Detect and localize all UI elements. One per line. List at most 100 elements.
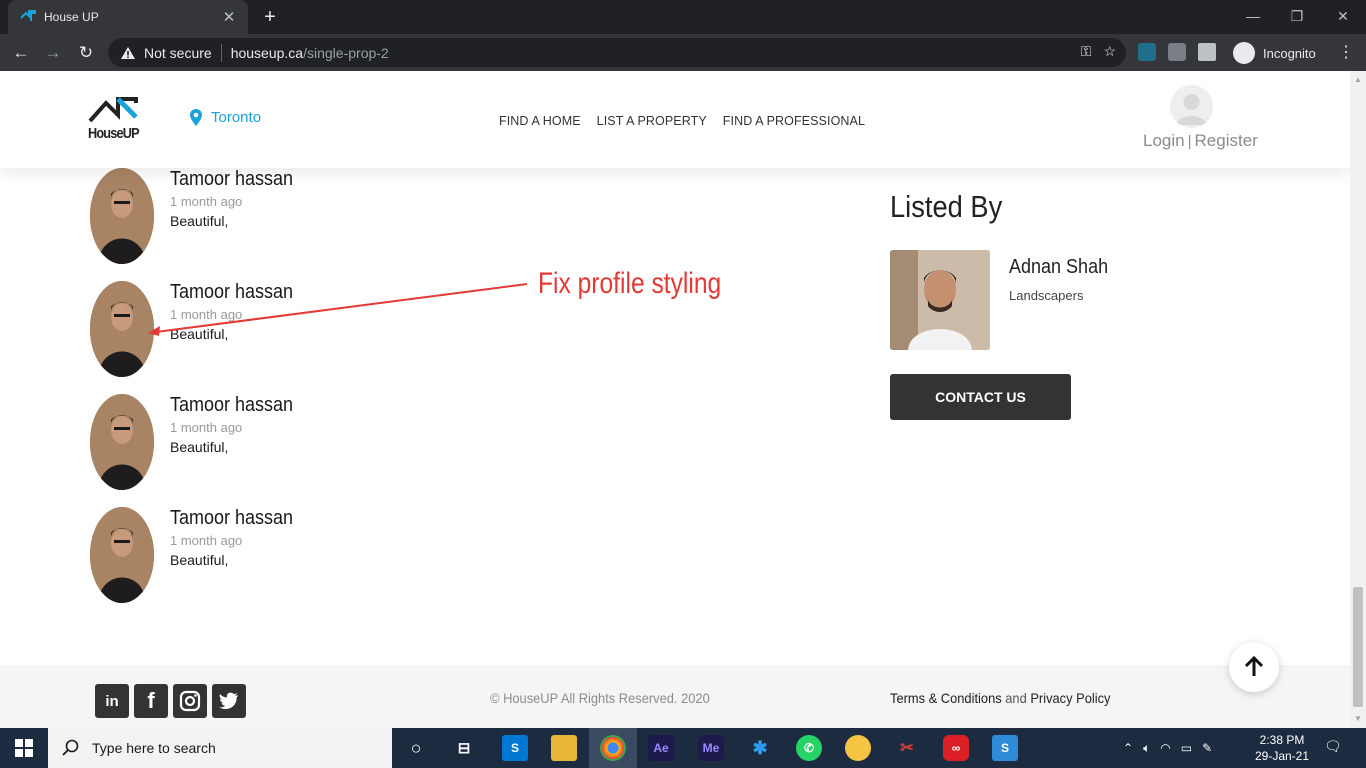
- terms-link[interactable]: Terms & Conditions: [890, 690, 1002, 706]
- address-bar[interactable]: Not secure houseup.ca /single-prop-2 ⚿ ☆: [108, 38, 1126, 67]
- review-text: Beautiful,: [170, 213, 229, 229]
- agent-photo: [890, 250, 990, 350]
- browser-menu-icon[interactable]: ⋮: [1338, 41, 1354, 65]
- wifi-icon[interactable]: ◠: [1160, 741, 1170, 755]
- new-tab-plus-icon[interactable]: +: [258, 5, 282, 29]
- volume-icon[interactable]: 🔈︎: [1143, 741, 1150, 756]
- forward-arrow-icon[interactable]: →: [40, 40, 66, 66]
- star-bookmark-icon[interactable]: ☆: [1103, 43, 1116, 60]
- restore-icon[interactable]: ❐: [1282, 4, 1312, 28]
- agent-name: Adnan Shah: [1009, 256, 1109, 278]
- review-time: 1 month ago: [170, 194, 243, 209]
- action-center-icon[interactable]: 🗨︎: [1324, 738, 1344, 758]
- review-item: Tamoor hassan 1 month ago Beautiful,: [90, 168, 490, 264]
- scroll-to-top-button[interactable]: [1229, 642, 1279, 692]
- review-item: Tamoor hassan 1 month ago Beautiful,: [90, 507, 490, 603]
- taskbar-clock[interactable]: 2:38 PM 29-Jan-21: [1254, 732, 1310, 764]
- page-viewport: HouseUP Toronto FIND A HOME LIST A PROPE…: [0, 71, 1350, 728]
- chrome-icon[interactable]: [600, 735, 626, 761]
- listed-by-heading: Listed By: [890, 189, 1003, 224]
- reviewer-name: Tamoor hassan: [170, 394, 294, 416]
- omnibox-actions: ⚿ ☆: [1081, 43, 1116, 60]
- scrollbar-thumb[interactable]: [1353, 587, 1363, 707]
- reviewer-name: Tamoor hassan: [170, 281, 294, 303]
- site-footer: in f © HouseUP All Rights Reserved. 2020…: [0, 665, 1350, 728]
- facebook-icon[interactable]: f: [134, 684, 168, 718]
- camera-icon[interactable]: [1168, 43, 1186, 61]
- nav-find-a-professional[interactable]: FIND A PROFESSIONAL: [723, 114, 865, 128]
- file-explorer-icon[interactable]: [551, 735, 577, 761]
- login-link[interactable]: Login: [1143, 131, 1185, 150]
- review-time: 1 month ago: [170, 533, 243, 548]
- cortana-icon[interactable]: ○: [403, 735, 429, 761]
- tray-chevron-icon[interactable]: ⌃: [1123, 741, 1133, 755]
- twitter-icon[interactable]: [212, 684, 246, 718]
- creative-cloud-icon[interactable]: ∞: [943, 735, 969, 761]
- reviewer-avatar: [90, 281, 154, 377]
- user-avatar-icon[interactable]: [1170, 85, 1213, 128]
- pen-icon[interactable]: ✎: [1202, 741, 1212, 755]
- arrow-up-icon: [1244, 656, 1264, 676]
- url-path: /single-prop-2: [303, 44, 389, 61]
- key-icon[interactable]: ⚿: [1081, 43, 1092, 60]
- review-item: Tamoor hassan 1 month ago Beautiful,: [90, 281, 490, 377]
- agent-role: Landscapers: [1009, 288, 1084, 303]
- scroll-down-arrow-icon[interactable]: ▼: [1353, 714, 1363, 724]
- s-app-icon[interactable]: S: [992, 735, 1018, 761]
- battery-icon[interactable]: ▭: [1181, 741, 1192, 755]
- legal-links: Terms & Conditions and Privacy Policy: [890, 690, 1110, 706]
- reviewer-name: Tamoor hassan: [170, 507, 294, 529]
- colorful-app-icon[interactable]: [845, 735, 871, 761]
- sync-app-icon[interactable]: ✱: [747, 735, 773, 761]
- system-tray: ⌃ 🔈︎ ◠ ▭ ✎: [1123, 728, 1212, 768]
- reviewer-avatar: [90, 394, 154, 490]
- page-scrollbar[interactable]: ▲ ▼: [1350, 71, 1366, 728]
- reviewer-name: Tamoor hassan: [170, 168, 294, 190]
- nav-list-a-property[interactable]: LIST A PROPERTY: [597, 114, 707, 128]
- incognito-indicator[interactable]: Incognito: [1233, 40, 1316, 66]
- search-placeholder: Type here to search: [92, 740, 216, 756]
- logo-text: HouseUP: [88, 125, 140, 142]
- puzzle-extensions-icon[interactable]: [1198, 43, 1216, 61]
- reload-icon[interactable]: ↻: [73, 40, 99, 66]
- nav-find-a-home[interactable]: FIND A HOME: [499, 114, 581, 128]
- reviewer-avatar: [90, 507, 154, 603]
- windows-taskbar: Type here to search ○ ⊟ S Ae Me ✱ ✆ ✂ ∞ …: [0, 728, 1366, 768]
- review-time: 1 month ago: [170, 420, 243, 435]
- extension-n-icon[interactable]: [1138, 43, 1156, 61]
- window-close-icon[interactable]: ✕: [1328, 4, 1358, 28]
- contact-us-button[interactable]: CONTACT US: [890, 374, 1071, 420]
- privacy-link[interactable]: Privacy Policy: [1030, 690, 1110, 706]
- browser-tab[interactable]: House UP ✕: [8, 0, 248, 34]
- review-item: Tamoor hassan 1 month ago Beautiful,: [90, 394, 490, 490]
- register-link[interactable]: Register: [1195, 131, 1258, 150]
- site-header: HouseUP Toronto FIND A HOME LIST A PROPE…: [0, 71, 1350, 168]
- task-view-icon[interactable]: ⊟: [451, 735, 477, 761]
- houseup-logo[interactable]: HouseUP: [88, 95, 144, 145]
- instagram-icon[interactable]: [173, 684, 207, 718]
- tab-close-icon[interactable]: ✕: [220, 8, 238, 26]
- address-divider: [220, 43, 222, 62]
- location-selector[interactable]: Toronto: [190, 109, 261, 126]
- minimize-icon[interactable]: —: [1238, 4, 1268, 28]
- media-encoder-icon[interactable]: Me: [698, 735, 724, 761]
- review-text: Beautiful,: [170, 439, 229, 455]
- after-effects-icon[interactable]: Ae: [648, 735, 674, 761]
- main-nav: FIND A HOME LIST A PROPERTY FIND A PROFE…: [499, 114, 865, 128]
- scroll-up-arrow-icon[interactable]: ▲: [1353, 75, 1363, 85]
- back-arrow-icon[interactable]: ←: [8, 40, 34, 66]
- legal-and: and: [1005, 690, 1027, 706]
- auth-separator: |: [1187, 133, 1192, 150]
- clock-time: 2:38 PM: [1259, 733, 1305, 747]
- whatsapp-icon[interactable]: ✆: [796, 735, 822, 761]
- map-pin-icon: [190, 109, 202, 126]
- taskbar-search-input[interactable]: Type here to search: [48, 728, 392, 768]
- skype-icon[interactable]: S: [502, 735, 528, 761]
- social-links: in f: [95, 684, 246, 718]
- snipping-tool-icon[interactable]: ✂: [894, 735, 920, 761]
- linkedin-icon[interactable]: in: [95, 684, 129, 718]
- reviewer-avatar: [90, 168, 154, 264]
- windows-start-icon[interactable]: [0, 728, 48, 768]
- warning-triangle-icon: [121, 46, 135, 59]
- not-secure-label: Not secure: [144, 44, 212, 61]
